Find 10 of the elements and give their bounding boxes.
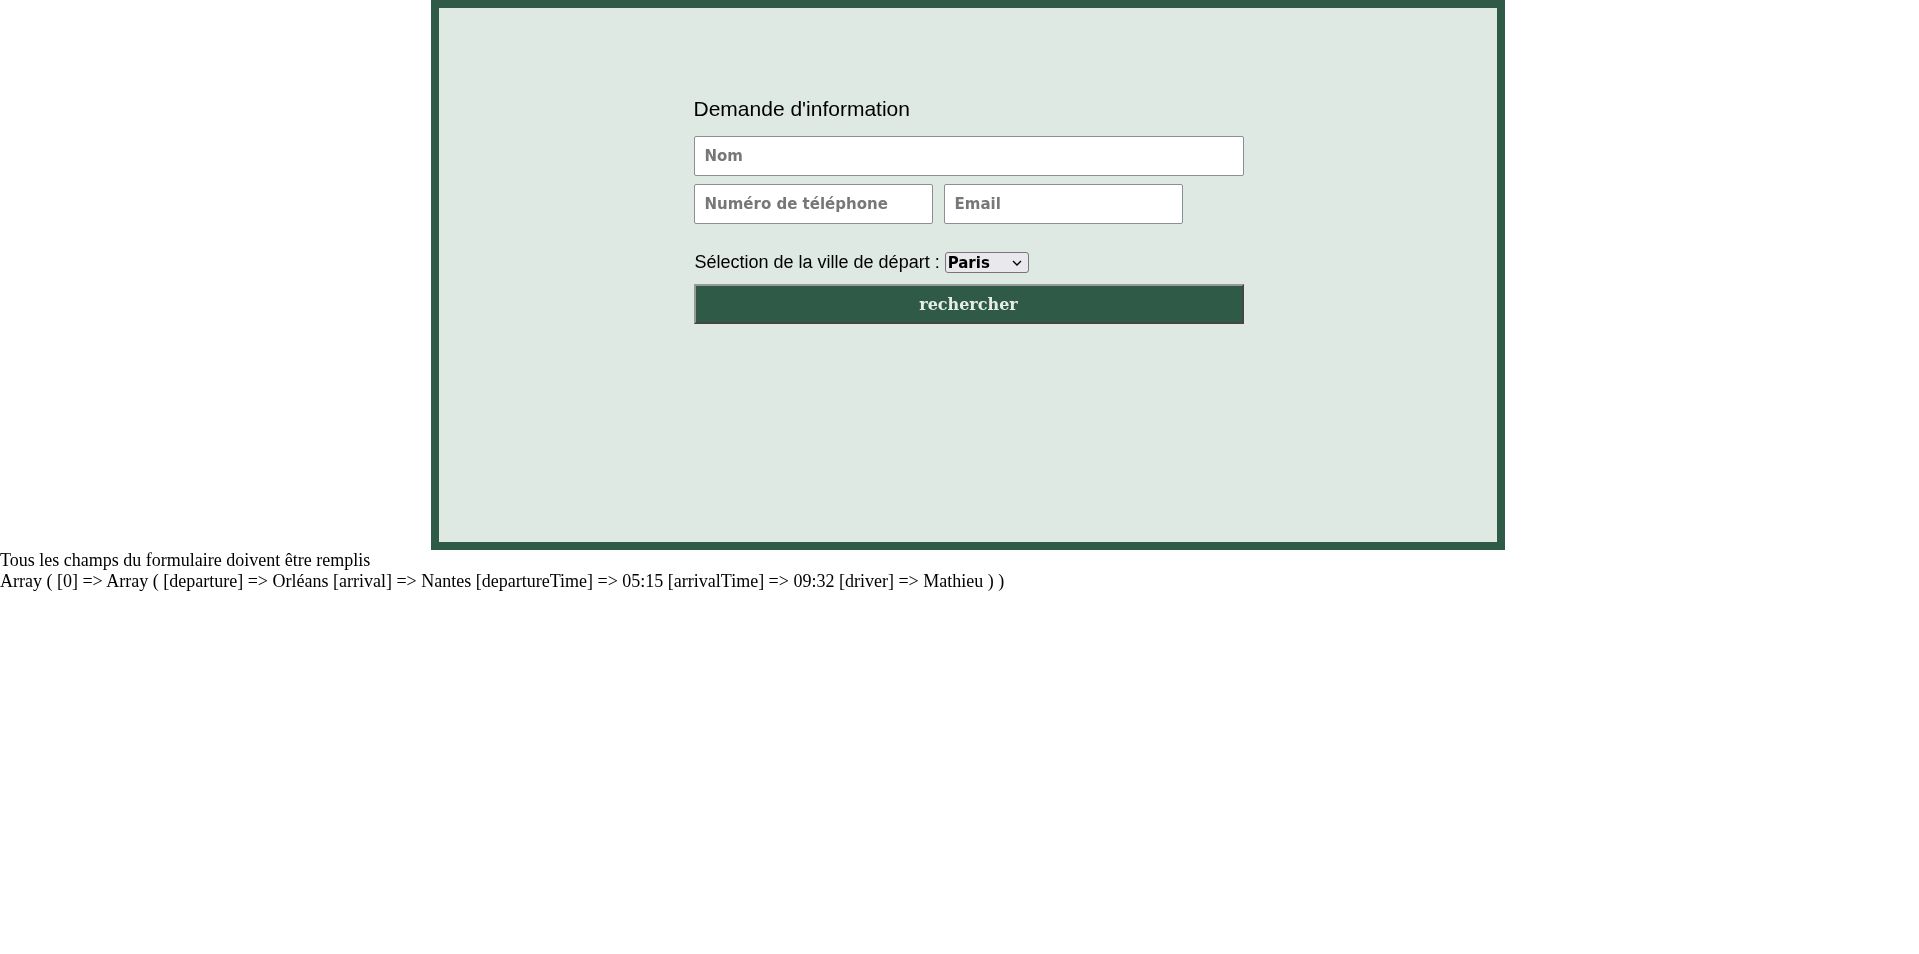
caret-icon: [1011, 259, 1022, 266]
input-field[interactable]: Numéro de téléphone: [693, 184, 933, 224]
city-dropdown[interactable]: Paris: [944, 252, 1029, 273]
form-title: Demande d'information: [693, 97, 911, 122]
message-text: Tous les champs du formulaire doivent être remplis: [0, 550, 372, 571]
search-button[interactable]: rechercher: [693, 284, 1244, 324]
select-label: Sélection de la ville de départ :: [694, 252, 940, 273]
input-field[interactable]: Email: [943, 184, 1183, 224]
message-text: Array ( [0] => Array ( [departure] => Orléans [arrival] => Nantes [departureTime] => 05:15 [arrivalTime] => 09:32 [driver] => Mathieu ) ): [0, 571, 1006, 592]
input-field[interactable]: Nom: [693, 136, 1244, 176]
